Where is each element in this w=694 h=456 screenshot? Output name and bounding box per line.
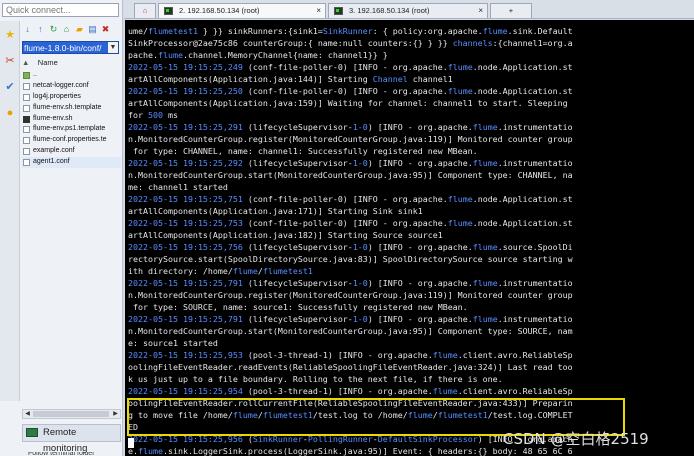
- terminal-line: n.MonitoredCounterGroup.start(MonitoredC…: [128, 170, 573, 180]
- download-icon[interactable]: ↓: [22, 24, 33, 35]
- follow-terminal-folder-checkbox[interactable]: Follow terminal folder: [28, 452, 95, 456]
- terminal-line: pache.flume.channel.MemoryChannel{name: …: [128, 50, 388, 60]
- terminal-line: n.MonitoredCounterGroup.register(Monitor…: [128, 134, 573, 144]
- horizontal-scrollbar[interactable]: ◀ ▶: [22, 409, 121, 419]
- terminal-line: oolingFileEventReader.readEvents(Reliabl…: [128, 362, 573, 372]
- terminal-line: e: source1 started: [128, 338, 218, 348]
- watermark: CSDN @空白格2519: [503, 430, 649, 448]
- terminal-line: artAllComponents(Application.java:171)] …: [128, 206, 423, 216]
- terminal-line: n.MonitoredCounterGroup.start(MonitoredC…: [128, 326, 573, 336]
- terminal-line: artAllComponents(Application.java:144)] …: [128, 74, 453, 84]
- list-item[interactable]: flume-env.sh: [22, 114, 121, 125]
- terminal-line: k us just up to a file boundary. Rolling…: [128, 374, 503, 384]
- terminal-line: SinkProcessor@2ae75c86 counterGroup:{ na…: [128, 38, 573, 48]
- new-tab-button[interactable]: +: [490, 3, 532, 18]
- terminal-line: 2022-05-15 19:15:25,753 (conf-file-polle…: [128, 218, 573, 228]
- terminal-line: 2022-05-15 19:15:25,791 (lifecycleSuperv…: [128, 278, 573, 288]
- column-name: Name: [37, 58, 58, 67]
- close-icon[interactable]: ×: [478, 4, 483, 18]
- delete-icon[interactable]: ✖: [100, 24, 111, 35]
- terminal-cursor: [128, 438, 134, 448]
- file-icon: [23, 148, 30, 156]
- tab-session-3[interactable]: 3. 192.168.50.134 (root) ×: [328, 3, 488, 18]
- list-item[interactable]: log4j.properties: [22, 92, 121, 103]
- terminal-line: 2022-05-15 19:15:25,953 (pool-3-thread-1…: [128, 350, 573, 360]
- tab-bar: ⌂ 2. 192.168.50.134 (root) × 3. 192.168.…: [124, 0, 694, 19]
- chevron-down-icon[interactable]: ▼: [108, 42, 118, 53]
- terminal-line: 2022-05-15 19:15:25,250 (conf-file-polle…: [128, 86, 573, 96]
- monitor-icon: [26, 428, 38, 437]
- script-file-icon: [23, 115, 30, 123]
- quick-connect-input[interactable]: Quick connect...: [2, 3, 119, 17]
- tab-home[interactable]: ⌂: [134, 3, 156, 18]
- file-icon: [23, 93, 30, 101]
- list-item[interactable]: ..: [22, 70, 121, 81]
- close-icon[interactable]: ×: [316, 4, 321, 18]
- terminal-line: for type: SOURCE, name: source1: Success…: [128, 302, 468, 312]
- terminal-line: 2022-05-15 19:15:25,292 (lifecycleSuperv…: [128, 158, 573, 168]
- left-panel: Quick connect... ★ ✂ ✔ ● ↓ ↑ ↻ ⌂ ▰ ▤ ✖ f…: [0, 0, 123, 456]
- terminal-line: oolingFileEventReader.rollCurrentFile(Re…: [128, 398, 573, 408]
- terminal-line: 2022-05-15 19:15:25,756 (lifecycleSuperv…: [128, 242, 573, 252]
- list-item[interactable]: netcat-logger.conf: [22, 81, 121, 92]
- sidebar-icon-strip: ★ ✂ ✔ ●: [0, 21, 20, 401]
- macro-icon[interactable]: ●: [4, 107, 16, 119]
- refresh-icon[interactable]: ↻: [48, 24, 59, 35]
- path-text: flume-1.8.0-bin/conf/: [24, 43, 102, 53]
- terminal-line: g to move file /home/flume/flumetest1/te…: [128, 410, 573, 420]
- remote-monitoring-button[interactable]: Remote monitoring: [22, 424, 121, 454]
- terminal[interactable]: ume/flumetest1 } }} sinkRunners:{sink1=S…: [125, 20, 694, 456]
- scroll-left-icon[interactable]: ◀: [23, 410, 32, 418]
- tools-icon[interactable]: ✂: [4, 55, 16, 67]
- terminal-line: 2022-05-15 19:15:25,954 (pool-3-thread-1…: [128, 386, 573, 396]
- list-item[interactable]: flume-env.ps1.template: [22, 124, 121, 135]
- terminal-line: n.MonitoredCounterGroup.register(Monitor…: [128, 290, 573, 300]
- home-icon: ⌂: [142, 6, 148, 15]
- file-list: .. netcat-logger.conf log4j.properties f…: [22, 70, 121, 169]
- file-icon: [23, 104, 30, 112]
- scroll-thumb[interactable]: [33, 411, 109, 417]
- terminal-line: 2022-05-15 19:15:25,751 (conf-file-polle…: [128, 194, 573, 204]
- terminal-line: ume/flumetest1 } }} sinkRunners:{sink1=S…: [128, 26, 573, 36]
- home-icon[interactable]: ⌂: [61, 24, 72, 35]
- terminal-line: artAllComponents(Application.java:182)] …: [128, 230, 443, 240]
- new-folder-icon[interactable]: ▰: [74, 24, 85, 35]
- star-icon[interactable]: ★: [4, 29, 16, 41]
- list-item[interactable]: flume-env.sh.template: [22, 103, 121, 114]
- scroll-right-icon[interactable]: ▶: [111, 410, 120, 418]
- terminal-line: ith directory: /home/flume/flumetest1: [128, 266, 313, 276]
- terminal-line: rectorySource.start(SpoolDirectorySource…: [128, 254, 573, 264]
- terminal-icon: [164, 7, 173, 15]
- file-icon: [23, 126, 30, 134]
- terminal-line: 2022-05-15 19:15:25,791 (lifecycleSuperv…: [128, 314, 573, 324]
- upload-icon[interactable]: ↑: [35, 24, 46, 35]
- terminal-line: for type: CHANNEL, name: channel1: Succe…: [128, 146, 478, 156]
- folder-icon: [23, 72, 30, 79]
- terminal-line: artAllComponents(Application.java:159)] …: [128, 98, 568, 108]
- list-item[interactable]: agent1.conf: [22, 157, 121, 169]
- terminal-icon: [334, 7, 343, 15]
- file-list-header[interactable]: ▲ Name: [22, 57, 121, 69]
- sessions-icon[interactable]: ✔: [4, 81, 16, 93]
- file-icon: [23, 137, 30, 145]
- list-item[interactable]: flume-conf.properties.te: [22, 135, 121, 146]
- terminal-line: me: channel1 started: [128, 182, 228, 192]
- terminal-line: 2022-05-15 19:15:25,291 (lifecycleSuperv…: [128, 122, 573, 132]
- terminal-line: for 500 ms: [128, 110, 178, 120]
- terminal-output: ume/flumetest1 } }} sinkRunners:{sink1=S…: [128, 25, 688, 456]
- tab-session-2[interactable]: 2. 192.168.50.134 (root) ×: [158, 3, 326, 18]
- file-icon: [23, 159, 30, 167]
- list-item[interactable]: example.conf: [22, 146, 121, 157]
- terminal-line: 2022-05-15 19:15:25,249 (conf-file-polle…: [128, 62, 573, 72]
- path-combobox[interactable]: flume-1.8.0-bin/conf/ ▼: [22, 41, 119, 54]
- new-file-icon[interactable]: ▤: [87, 24, 98, 35]
- file-icon: [23, 82, 30, 90]
